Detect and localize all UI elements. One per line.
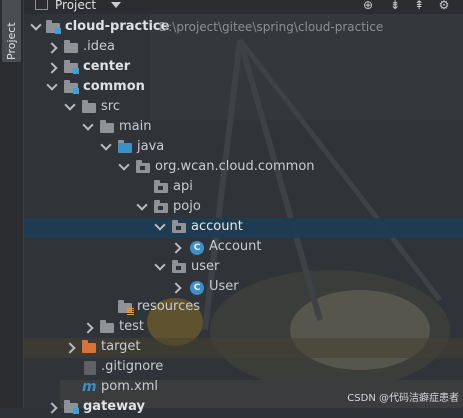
package-icon (154, 180, 168, 193)
tree-row-java[interactable]: java (24, 138, 463, 158)
tree-row-src[interactable]: src (24, 98, 463, 118)
excluded-folder-icon (82, 340, 96, 353)
root-path: D:\project\gitee\spring\cloud-practice (159, 20, 384, 34)
test-label: test (119, 319, 144, 334)
crosshair-icon[interactable]: ⊕ (361, 0, 375, 12)
collapse-arrow-icon[interactable] (82, 322, 94, 334)
maven-icon: m (82, 379, 97, 395)
expand-arrow-icon[interactable] (118, 159, 130, 171)
expand-arrow-icon[interactable] (136, 199, 148, 211)
collapse-all-icon[interactable]: ⇟ (388, 0, 402, 12)
package-icon (172, 260, 186, 273)
tree-row-gitignore[interactable]: .gitignore (24, 358, 463, 378)
collapse-arrow-icon[interactable] (64, 342, 76, 354)
expand-all-icon[interactable]: ⇞ (412, 0, 426, 12)
main-label: main (119, 119, 152, 134)
collapse-arrow-icon[interactable] (46, 62, 58, 74)
tree-row-target[interactable]: target (24, 338, 463, 358)
collapse-arrow-icon[interactable] (170, 282, 182, 294)
view-dropdown-icon[interactable] (111, 2, 121, 8)
folder-icon (64, 40, 78, 53)
account-class-label: Account (209, 239, 262, 254)
panel-title[interactable]: Project (55, 0, 96, 12)
resources-label: resources (137, 299, 201, 314)
project-panel-header: Project ⊕ ⇟ ⇞ ⚙ (24, 0, 463, 14)
project-tool-tab[interactable]: Project (2, 0, 21, 62)
tree-row-common[interactable]: common (24, 78, 463, 98)
tree-row-idea[interactable]: .idea (24, 38, 463, 58)
tree-row-main[interactable]: main (24, 118, 463, 138)
expand-arrow-icon[interactable] (154, 259, 166, 271)
common-label: common (83, 79, 145, 94)
folder-icon (100, 320, 114, 333)
expand-arrow-icon[interactable] (154, 219, 166, 231)
api-label: api (173, 179, 193, 194)
class-icon: C (190, 241, 204, 255)
tree-row-test[interactable]: test (24, 318, 463, 338)
root-label: cloud-practice (65, 19, 170, 34)
folder-icon (100, 120, 114, 133)
collapse-arrow-icon[interactable] (170, 242, 182, 254)
module-folder-icon (64, 60, 79, 74)
expand-arrow-icon[interactable] (82, 119, 94, 131)
tree-row-pojo[interactable]: pojo (24, 198, 463, 218)
tool-window-sidebar: Project (0, 0, 24, 408)
gateway-label: gateway (83, 399, 145, 414)
module-folder-icon (46, 20, 61, 34)
tree-row-resources[interactable]: resources (24, 298, 463, 318)
pojo-label: pojo (173, 199, 201, 214)
java-label: java (137, 139, 165, 154)
idea-label: .idea (83, 39, 115, 54)
target-label: target (101, 339, 141, 354)
expand-arrow-icon[interactable] (30, 19, 42, 31)
tree-row-user-class[interactable]: C User (24, 278, 463, 298)
account-label: account (191, 219, 243, 234)
expand-arrow-icon[interactable] (100, 139, 112, 151)
file-icon (84, 361, 96, 375)
tree-row-center[interactable]: center (24, 58, 463, 78)
user-label: user (191, 259, 220, 274)
user-class-label: User (209, 279, 239, 294)
center-label: center (83, 59, 131, 74)
package-icon (172, 220, 186, 233)
package-icon (136, 160, 150, 173)
folder-icon (82, 100, 96, 113)
tree-row-api[interactable]: api (24, 178, 463, 198)
resources-folder-icon (118, 300, 134, 315)
project-tree: cloud-practice D:\project\gitee\spring\c… (24, 14, 463, 414)
class-icon: C (190, 281, 204, 295)
module-folder-icon (64, 80, 79, 94)
gitignore-label: .gitignore (101, 359, 164, 374)
package-label: org.wcan.cloud.common (155, 159, 315, 174)
tree-row-account[interactable]: account (24, 218, 463, 238)
pom-label: pom.xml (101, 379, 158, 394)
project-view-icon (35, 0, 48, 10)
module-folder-icon (64, 400, 79, 414)
project-tab-label: Project (5, 22, 18, 60)
tree-row-user[interactable]: user (24, 258, 463, 278)
expand-arrow-icon[interactable] (64, 99, 76, 111)
watermark-text: CSDN @代码洁癖症患者 (347, 393, 459, 404)
tree-row-root[interactable]: cloud-practice D:\project\gitee\spring\c… (24, 18, 463, 38)
expand-arrow-icon[interactable] (46, 79, 58, 91)
tree-row-package[interactable]: org.wcan.cloud.common (24, 158, 463, 178)
collapse-arrow-icon[interactable] (46, 42, 58, 54)
src-label: src (101, 99, 120, 114)
collapse-arrow-icon[interactable] (46, 402, 58, 414)
settings-icon[interactable]: ⚙ (437, 0, 451, 12)
tree-row-account-class[interactable]: C Account (24, 238, 463, 258)
source-folder-icon (118, 140, 132, 153)
package-icon (154, 200, 168, 213)
